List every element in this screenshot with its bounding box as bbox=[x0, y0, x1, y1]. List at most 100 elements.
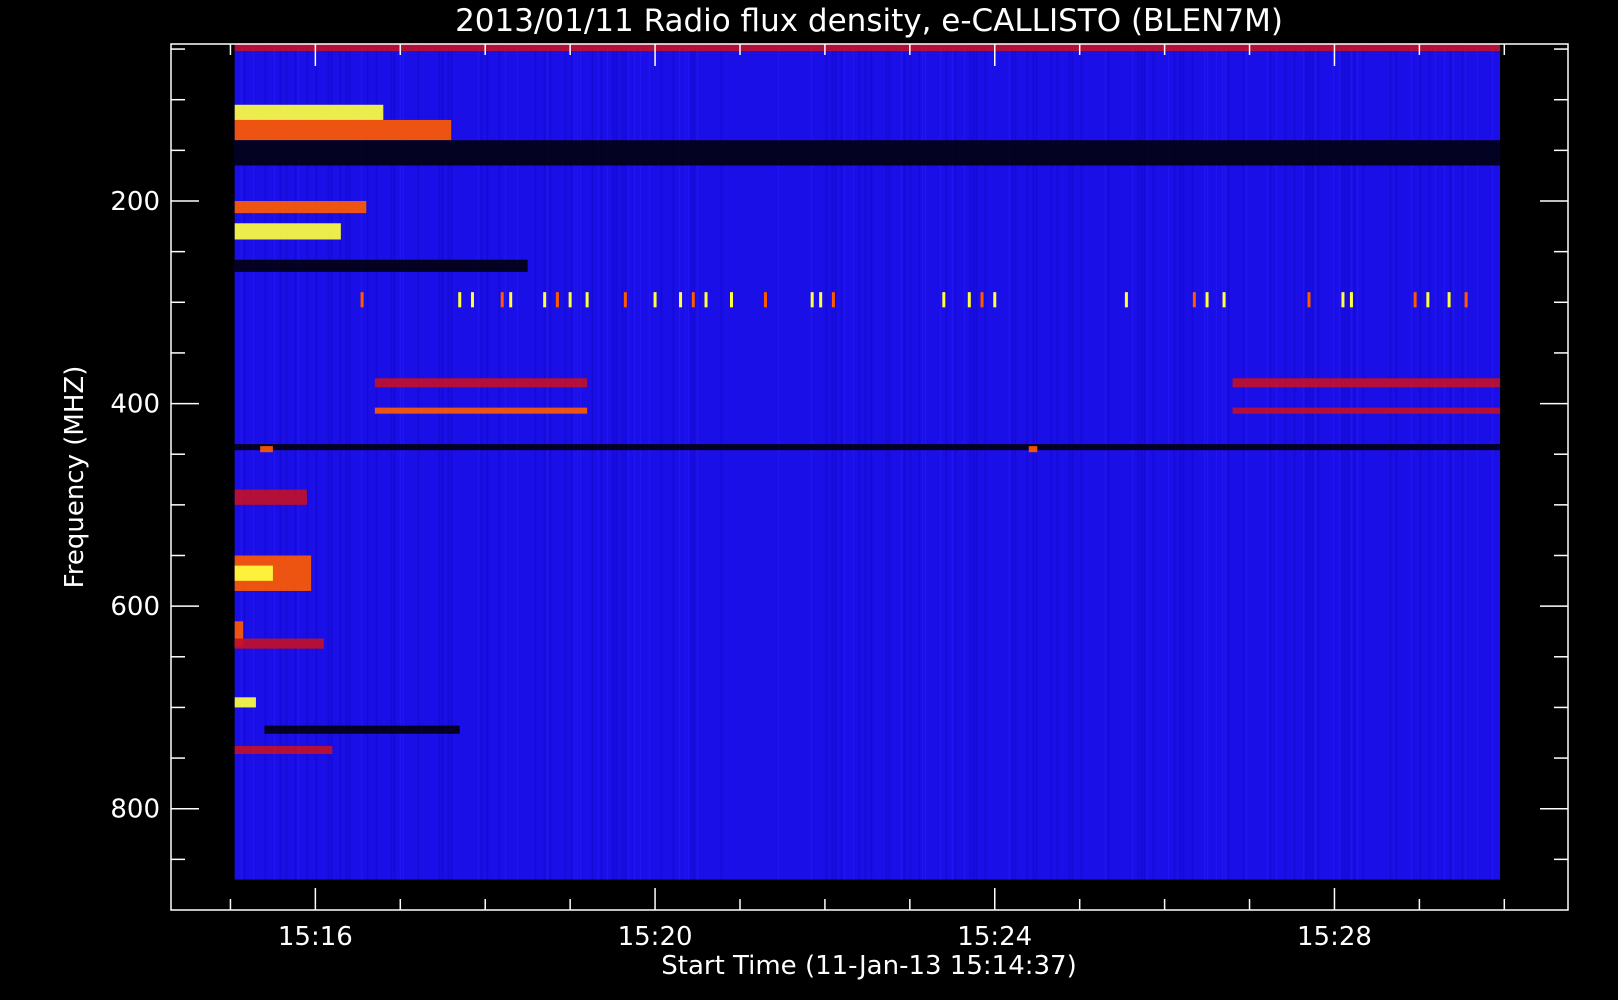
noise-stripe bbox=[864, 44, 867, 880]
noise-stripe bbox=[1191, 44, 1194, 880]
noise-stripe bbox=[573, 44, 576, 880]
plot-area bbox=[234, 44, 1501, 880]
noise-stripe bbox=[1305, 44, 1308, 880]
emission-band-14 bbox=[234, 489, 307, 505]
noise-stripe bbox=[402, 44, 405, 880]
noise-stripe bbox=[243, 44, 246, 880]
noise-stripe bbox=[285, 44, 288, 880]
noise-stripe bbox=[678, 44, 681, 880]
burst-spike-10 bbox=[653, 292, 657, 308]
noise-stripe bbox=[1179, 44, 1182, 880]
noise-stripe bbox=[1227, 44, 1230, 880]
emission-band-8 bbox=[374, 407, 588, 414]
noise-stripe bbox=[1476, 44, 1479, 880]
burst-spike-26 bbox=[1222, 292, 1226, 308]
noise-stripe bbox=[606, 44, 609, 880]
noise-stripe bbox=[690, 44, 693, 880]
emission-band-11 bbox=[234, 444, 1501, 451]
burst-spike-21 bbox=[980, 292, 984, 308]
burst-spike-5 bbox=[543, 292, 547, 308]
noise-stripe bbox=[1443, 44, 1446, 880]
burst-spike-0 bbox=[360, 292, 364, 308]
burst-spike-1 bbox=[458, 292, 462, 308]
noise-stripe bbox=[660, 44, 663, 880]
burst-spike-22 bbox=[993, 292, 997, 308]
y-tick-label: 200 bbox=[110, 187, 160, 217]
noise-stripe bbox=[1356, 44, 1359, 880]
noise-stripe bbox=[273, 44, 276, 880]
noise-stripe bbox=[1071, 44, 1074, 880]
noise-stripe bbox=[1464, 44, 1467, 880]
noise-stripe bbox=[1434, 44, 1437, 880]
noise-stripe bbox=[777, 44, 780, 880]
noise-stripe bbox=[954, 44, 957, 880]
noise-stripe bbox=[1014, 44, 1017, 880]
noise-stripe bbox=[621, 44, 624, 880]
noise-stripe bbox=[546, 44, 549, 880]
emission-band-9 bbox=[1232, 378, 1501, 388]
noise-stripe bbox=[1056, 44, 1059, 880]
noise-stripe bbox=[1107, 44, 1110, 880]
noise-stripe bbox=[1131, 44, 1134, 880]
noise-stripe bbox=[1206, 44, 1209, 880]
noise-stripe bbox=[918, 44, 921, 880]
noise-stripe bbox=[279, 44, 282, 880]
y-tick-label: 600 bbox=[110, 592, 160, 622]
noise-stripe bbox=[888, 44, 891, 880]
noise-stripe bbox=[624, 44, 627, 880]
noise-stripe bbox=[1419, 44, 1422, 880]
noise-stripe bbox=[570, 44, 573, 880]
noise-stripe bbox=[348, 44, 351, 880]
noise-stripe bbox=[840, 44, 843, 880]
noise-stripe bbox=[441, 44, 444, 880]
noise-stripe bbox=[1182, 44, 1185, 880]
burst-spike-16 bbox=[810, 292, 814, 308]
noise-stripe bbox=[963, 44, 966, 880]
noise-stripe bbox=[672, 44, 675, 880]
noise-stripe bbox=[1203, 44, 1206, 880]
noise-stripe bbox=[810, 44, 813, 880]
noise-stripe bbox=[720, 44, 723, 880]
burst-spike-6 bbox=[555, 292, 559, 308]
noise-stripe bbox=[1011, 44, 1014, 880]
noise-stripe bbox=[576, 44, 579, 880]
burst-spike-14 bbox=[729, 292, 733, 308]
burst-spike-11 bbox=[679, 292, 683, 308]
noise-stripe bbox=[1140, 44, 1143, 880]
noise-stripe bbox=[549, 44, 552, 880]
noise-stripe bbox=[696, 44, 699, 880]
noise-stripe bbox=[1341, 44, 1344, 880]
noise-stripe bbox=[417, 44, 420, 880]
noise-stripe bbox=[612, 44, 615, 880]
noise-stripe bbox=[1284, 44, 1287, 880]
noise-stripe bbox=[1032, 44, 1035, 880]
x-tick-label: 15:28 bbox=[1297, 922, 1372, 952]
noise-stripe bbox=[264, 44, 267, 880]
noise-stripe bbox=[1317, 44, 1320, 880]
burst-spike-33 bbox=[1464, 292, 1468, 308]
noise-stripe bbox=[693, 44, 696, 880]
noise-stripe bbox=[1173, 44, 1176, 880]
burst-spike-18 bbox=[831, 292, 835, 308]
noise-stripe bbox=[1080, 44, 1083, 880]
emission-band-18 bbox=[234, 638, 324, 649]
noise-stripe bbox=[477, 44, 480, 880]
burst-spike-30 bbox=[1413, 292, 1417, 308]
noise-stripe bbox=[480, 44, 483, 880]
noise-stripe bbox=[393, 44, 396, 880]
noise-stripe bbox=[687, 44, 690, 880]
burst-spike-32 bbox=[1447, 292, 1451, 308]
noise-stripe bbox=[951, 44, 954, 880]
noise-stripe bbox=[615, 44, 618, 880]
noise-stripe bbox=[843, 44, 846, 880]
noise-stripe bbox=[1035, 44, 1038, 880]
noise-stripe bbox=[339, 44, 342, 880]
noise-stripe bbox=[1245, 44, 1248, 880]
noise-stripe bbox=[597, 44, 600, 880]
emission-band-19 bbox=[234, 697, 256, 708]
chart-title: 2013/01/11 Radio flux density, e-CALLIST… bbox=[455, 3, 1283, 39]
burst-spike-23 bbox=[1124, 292, 1128, 308]
x-tick-label: 15:16 bbox=[278, 922, 353, 952]
noise-stripe bbox=[1167, 44, 1170, 880]
noise-stripe bbox=[1452, 44, 1455, 880]
